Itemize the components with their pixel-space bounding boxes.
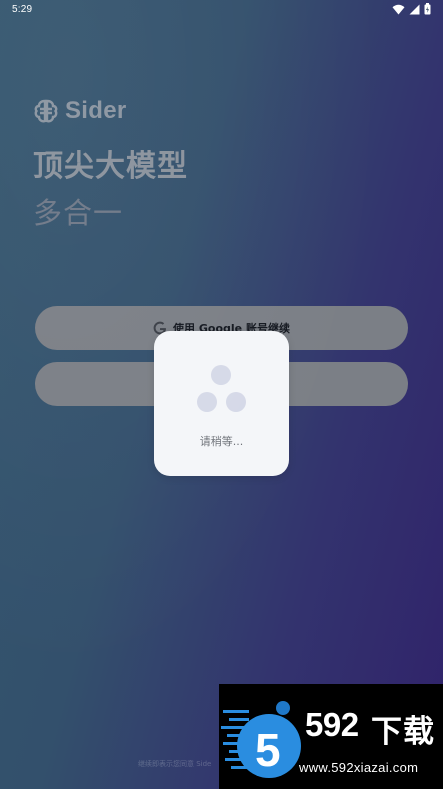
wifi-icon	[392, 4, 405, 14]
loading-dot-left	[197, 392, 217, 412]
subheadline: 多合一	[33, 196, 124, 230]
svg-text:5: 5	[255, 724, 281, 776]
brand-name: Sider	[65, 97, 127, 124]
status-bar: 5:29	[0, 0, 443, 22]
brain-logo-icon	[34, 99, 58, 123]
headline: 顶尖大模型	[33, 149, 188, 184]
status-icons	[392, 3, 431, 15]
loading-text: 请稍等...	[199, 435, 244, 448]
signal-icon	[409, 4, 420, 14]
loading-dot-right	[226, 392, 246, 412]
watermark-number: 592	[305, 706, 359, 743]
watermark-word: 下载	[371, 714, 435, 750]
watermark: 5 592 下载 www.592xiazai.com	[219, 684, 443, 789]
status-time: 5:29	[12, 4, 33, 15]
loading-dialog: 请稍等...	[154, 331, 289, 476]
brand: Sider	[33, 97, 127, 125]
battery-icon	[424, 3, 431, 15]
loading-dot-top	[211, 365, 231, 385]
login-screen: 5:29 Sider 顶尖大模型 多合一 使用 Google 账号继续 继续即表…	[0, 0, 443, 789]
footer-terms-text: 继续即表示您同意 Side	[138, 760, 212, 768]
watermark-url: www.592xiazai.com	[299, 760, 419, 775]
watermark-logo-icon: 5	[221, 701, 301, 778]
